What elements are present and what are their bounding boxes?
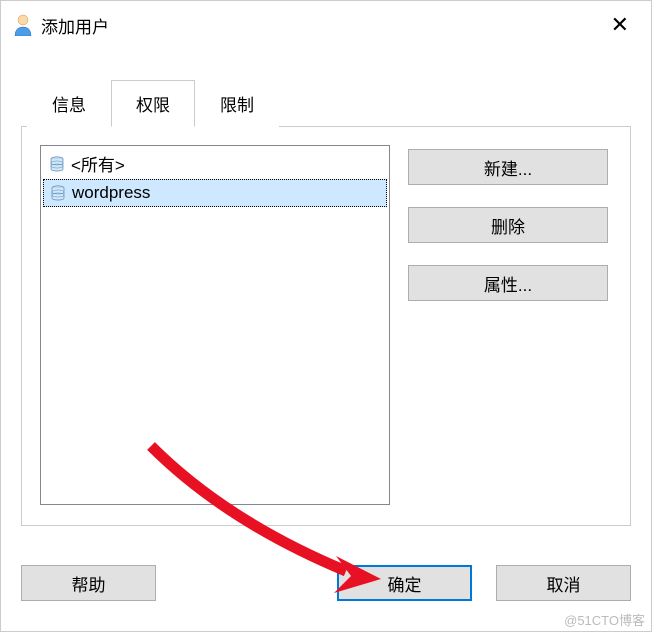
dialog-content: 信息 权限 限制 <所有> — [1, 49, 651, 536]
add-user-dialog: 添加用户 ✕ 信息 权限 限制 <所有> — [0, 0, 652, 632]
tab-info[interactable]: 信息 — [27, 80, 111, 127]
bottom-button-bar: 帮助 确定 取消 — [21, 565, 631, 601]
tab-limits[interactable]: 限制 — [195, 80, 279, 127]
list-item-wordpress[interactable]: wordpress — [43, 179, 387, 207]
cancel-button[interactable]: 取消 — [496, 565, 631, 601]
tab-permissions[interactable]: 权限 — [111, 80, 195, 127]
watermark: @51CTO博客 — [564, 610, 645, 629]
bottom-right-group: 确定 取消 — [337, 565, 631, 601]
properties-button[interactable]: 属性... — [408, 265, 608, 301]
database-icon — [50, 185, 66, 201]
database-icon — [49, 156, 65, 172]
user-icon — [13, 14, 33, 36]
list-label-all: <所有> — [71, 151, 125, 176]
tab-strip: 信息 权限 限制 — [27, 79, 631, 126]
permissions-panel: <所有> wordpress 新建... 删除 — [21, 126, 631, 526]
delete-button[interactable]: 删除 — [408, 207, 608, 243]
help-button[interactable]: 帮助 — [21, 565, 156, 601]
titlebar: 添加用户 ✕ — [1, 1, 651, 49]
list-item-all[interactable]: <所有> — [43, 148, 387, 179]
close-button[interactable]: ✕ — [601, 8, 639, 42]
ok-button[interactable]: 确定 — [337, 565, 472, 601]
side-button-group: 新建... 删除 属性... — [408, 145, 608, 507]
database-list[interactable]: <所有> wordpress — [40, 145, 390, 505]
list-label-wordpress: wordpress — [72, 183, 150, 203]
new-button[interactable]: 新建... — [408, 149, 608, 185]
dialog-title: 添加用户 — [41, 13, 601, 38]
